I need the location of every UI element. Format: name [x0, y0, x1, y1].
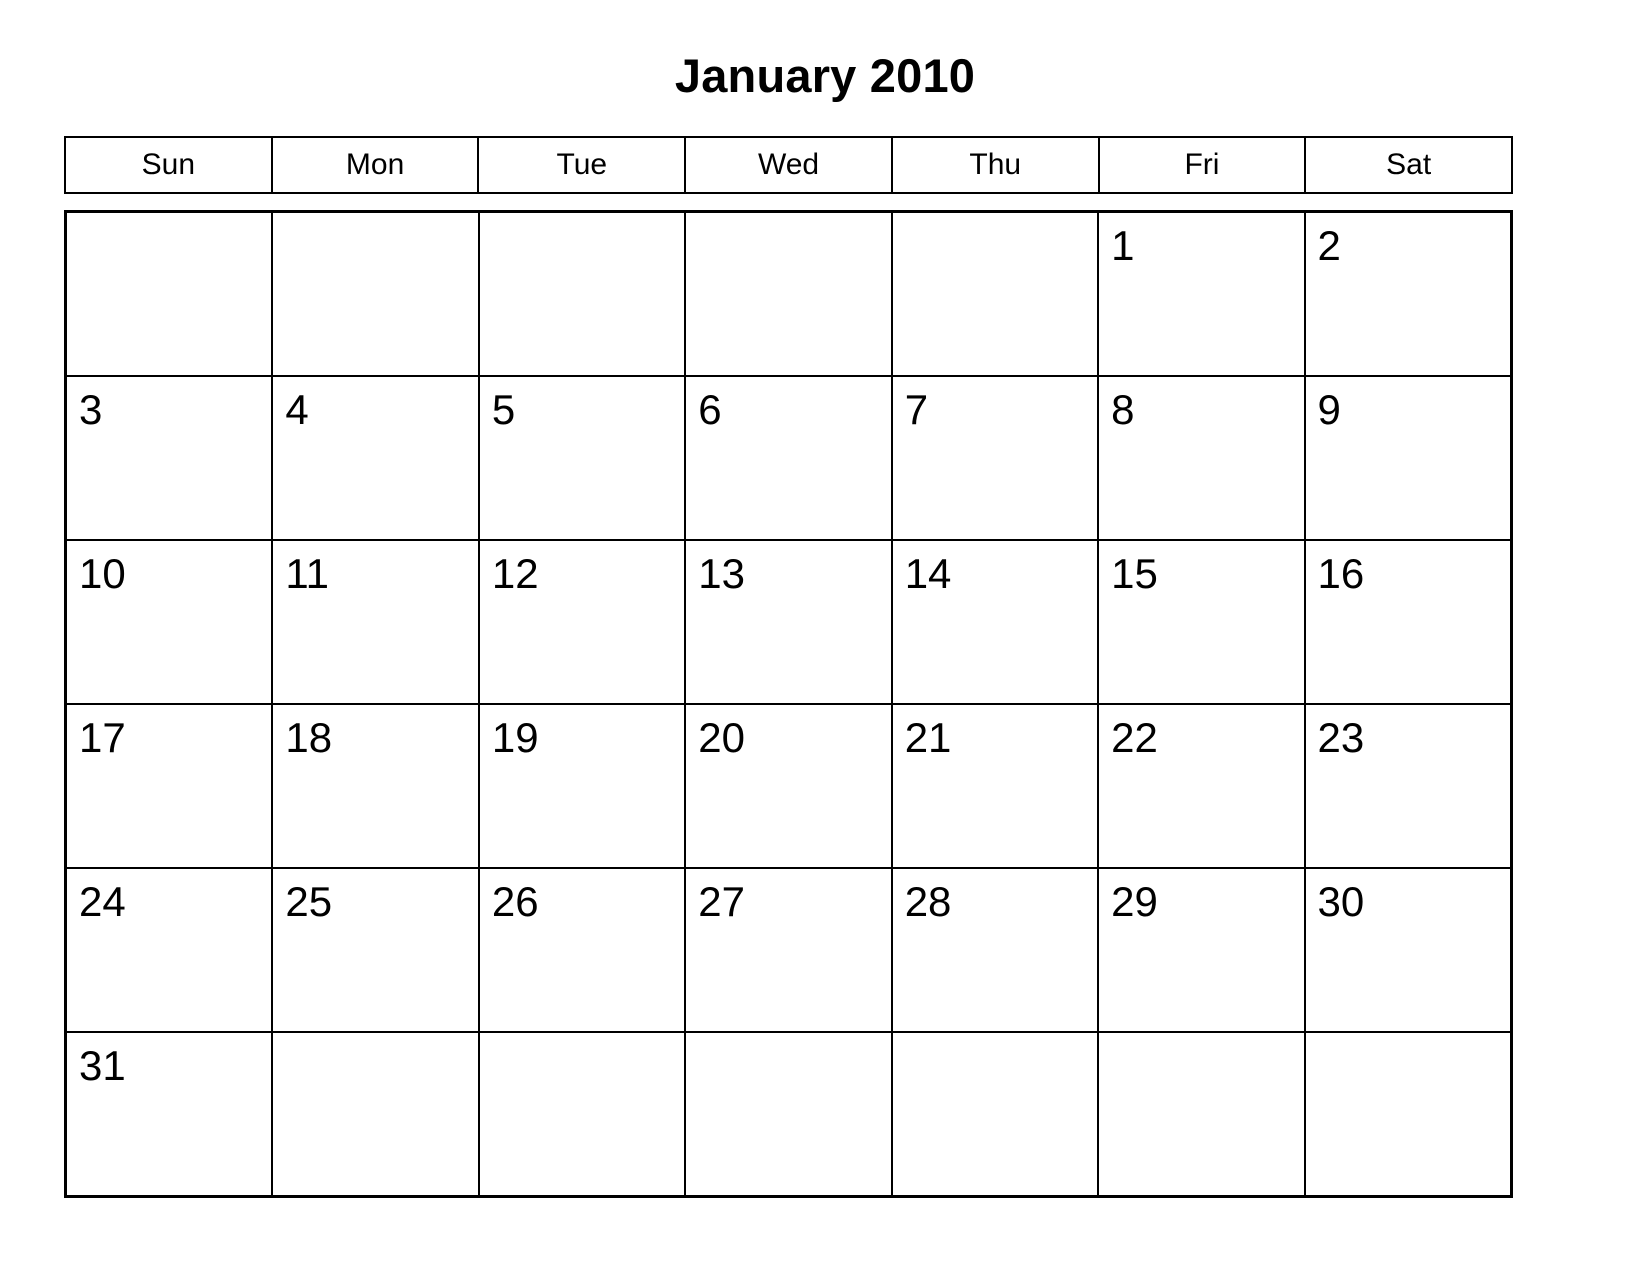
day-cell[interactable]: 17: [67, 705, 274, 867]
day-cell[interactable]: [67, 213, 274, 375]
day-number: 17: [79, 714, 126, 761]
day-number: 31: [79, 1042, 126, 1089]
weekday-header-mon: Mon: [272, 138, 480, 192]
day-number: 20: [698, 714, 745, 761]
day-cell[interactable]: 22: [1099, 705, 1306, 867]
weekday-label: Mon: [345, 148, 405, 181]
day-cell[interactable]: 21: [892, 705, 1100, 867]
day-cell[interactable]: [686, 1033, 893, 1195]
day-number: 8: [1111, 386, 1135, 433]
day-number: 1: [1111, 222, 1135, 269]
weekday-label: Sat: [1386, 148, 1432, 181]
week-row: 10 11 12 13 14 15 16: [67, 541, 1510, 705]
day-cell[interactable]: 31: [67, 1033, 274, 1195]
day-cell[interactable]: 10: [67, 541, 274, 703]
day-cell[interactable]: 29: [1099, 869, 1306, 1031]
day-number: 16: [1317, 550, 1365, 597]
day-number: 22: [1111, 714, 1158, 761]
day-number: 3: [79, 386, 103, 433]
weekday-label: Sun: [141, 148, 196, 181]
day-cell[interactable]: 3: [67, 377, 274, 539]
week-row: 31: [67, 1033, 1510, 1195]
day-cell[interactable]: 2: [1305, 213, 1510, 375]
day-number: 4: [285, 386, 309, 433]
day-cell[interactable]: 13: [686, 541, 893, 703]
weekday-header-sun: Sun: [66, 138, 273, 192]
day-cell[interactable]: 5: [479, 377, 687, 539]
day-number: 9: [1317, 386, 1341, 433]
month-grid: 1 2 3 4 5 6 7 8 9 10 11 12 13 14 15 16 1…: [64, 210, 1513, 1198]
day-cell[interactable]: 6: [686, 377, 893, 539]
day-cell[interactable]: 8: [1099, 377, 1306, 539]
day-number: 23: [1317, 714, 1365, 761]
day-number: 21: [904, 714, 952, 761]
day-cell[interactable]: 19: [479, 705, 687, 867]
day-cell[interactable]: 4: [273, 377, 480, 539]
day-number: 18: [285, 714, 333, 761]
day-cell[interactable]: [1305, 1033, 1510, 1195]
day-number: 24: [79, 878, 126, 925]
day-cell[interactable]: [1099, 1033, 1306, 1195]
day-number: 28: [904, 878, 952, 925]
day-cell[interactable]: [686, 213, 893, 375]
calendar-page: January 2010 Sun Mon Tue Wed Thu Fri Sat: [0, 0, 1650, 1275]
day-number: 12: [491, 550, 539, 597]
day-number: 2: [1317, 222, 1341, 269]
day-cell[interactable]: 14: [892, 541, 1100, 703]
day-cell[interactable]: 24: [67, 869, 274, 1031]
day-cell[interactable]: 27: [686, 869, 893, 1031]
day-cell[interactable]: [273, 1033, 480, 1195]
weekday-header-tue: Tue: [479, 138, 687, 192]
day-cell[interactable]: [273, 213, 480, 375]
day-cell[interactable]: [892, 1033, 1100, 1195]
weekday-label: Tue: [556, 148, 608, 181]
page-title: January 2010: [674, 49, 976, 102]
day-number: 11: [285, 550, 330, 597]
day-number: 27: [698, 878, 745, 925]
day-number: 7: [904, 386, 929, 433]
weekday-header-sat: Sat: [1306, 138, 1512, 192]
day-cell[interactable]: 28: [892, 869, 1100, 1031]
day-cell[interactable]: 9: [1305, 377, 1510, 539]
day-number: 15: [1111, 550, 1158, 597]
weekday-header-thu: Thu: [892, 138, 1100, 192]
weekday-header-wed: Wed: [686, 138, 893, 192]
day-cell[interactable]: 11: [273, 541, 480, 703]
day-cell[interactable]: 25: [273, 869, 480, 1031]
day-cell[interactable]: 16: [1305, 541, 1510, 703]
weekday-label: Thu: [969, 148, 1022, 181]
day-cell[interactable]: 23: [1305, 705, 1510, 867]
day-cell[interactable]: [479, 213, 687, 375]
day-cell[interactable]: 7: [892, 377, 1100, 539]
day-number: 6: [698, 386, 722, 433]
day-cell[interactable]: 15: [1099, 541, 1306, 703]
day-cell[interactable]: 1: [1099, 213, 1306, 375]
day-number: 13: [698, 550, 745, 597]
day-number: 14: [904, 550, 952, 597]
day-cell[interactable]: 30: [1305, 869, 1510, 1031]
weekday-label: Fri: [1184, 148, 1220, 181]
week-row: 1 2: [67, 213, 1510, 377]
day-number: 5: [491, 386, 516, 433]
weekday-header-row: Sun Mon Tue Wed Thu Fri Sat: [64, 136, 1513, 194]
day-number: 30: [1317, 878, 1365, 925]
day-cell[interactable]: 18: [273, 705, 480, 867]
day-number: 10: [79, 550, 126, 597]
day-cell[interactable]: [479, 1033, 687, 1195]
week-row: 24 25 26 27 28 29 30: [67, 869, 1510, 1033]
day-cell[interactable]: 12: [479, 541, 687, 703]
day-cell[interactable]: 20: [686, 705, 893, 867]
week-row: 17 18 19 20 21 22 23: [67, 705, 1510, 869]
day-cell[interactable]: 26: [479, 869, 687, 1031]
day-number: 25: [285, 878, 333, 925]
day-number: 19: [491, 714, 539, 761]
week-row: 3 4 5 6 7 8 9: [67, 377, 1510, 541]
weekday-header-fri: Fri: [1099, 138, 1307, 192]
day-number: 26: [491, 878, 539, 925]
weekday-label: Wed: [757, 148, 820, 181]
day-number: 29: [1111, 878, 1158, 925]
day-cell[interactable]: [892, 213, 1100, 375]
